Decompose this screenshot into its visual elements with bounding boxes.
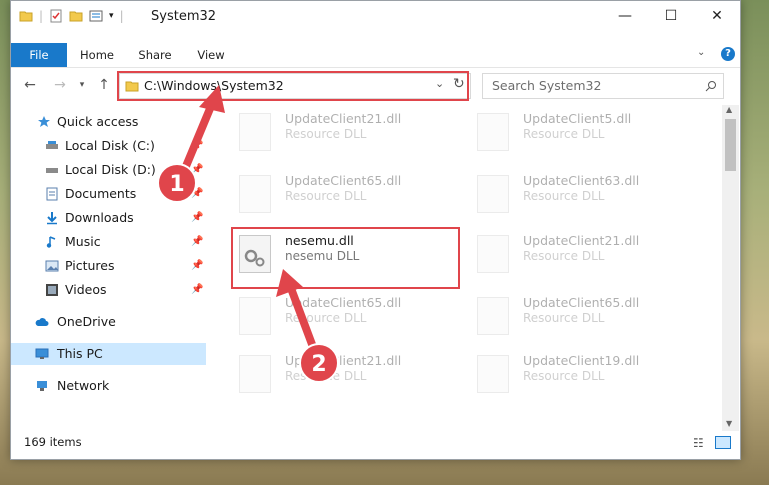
arrows-overlay: [175, 85, 323, 365]
arrow-1-head: [199, 85, 225, 113]
explorer-window: | ▾ | System32 — ☐ ✕ File Home Share Vie…: [10, 0, 741, 460]
step-marker-1: 1: [157, 163, 197, 203]
step-marker-2: 2: [299, 343, 339, 383]
